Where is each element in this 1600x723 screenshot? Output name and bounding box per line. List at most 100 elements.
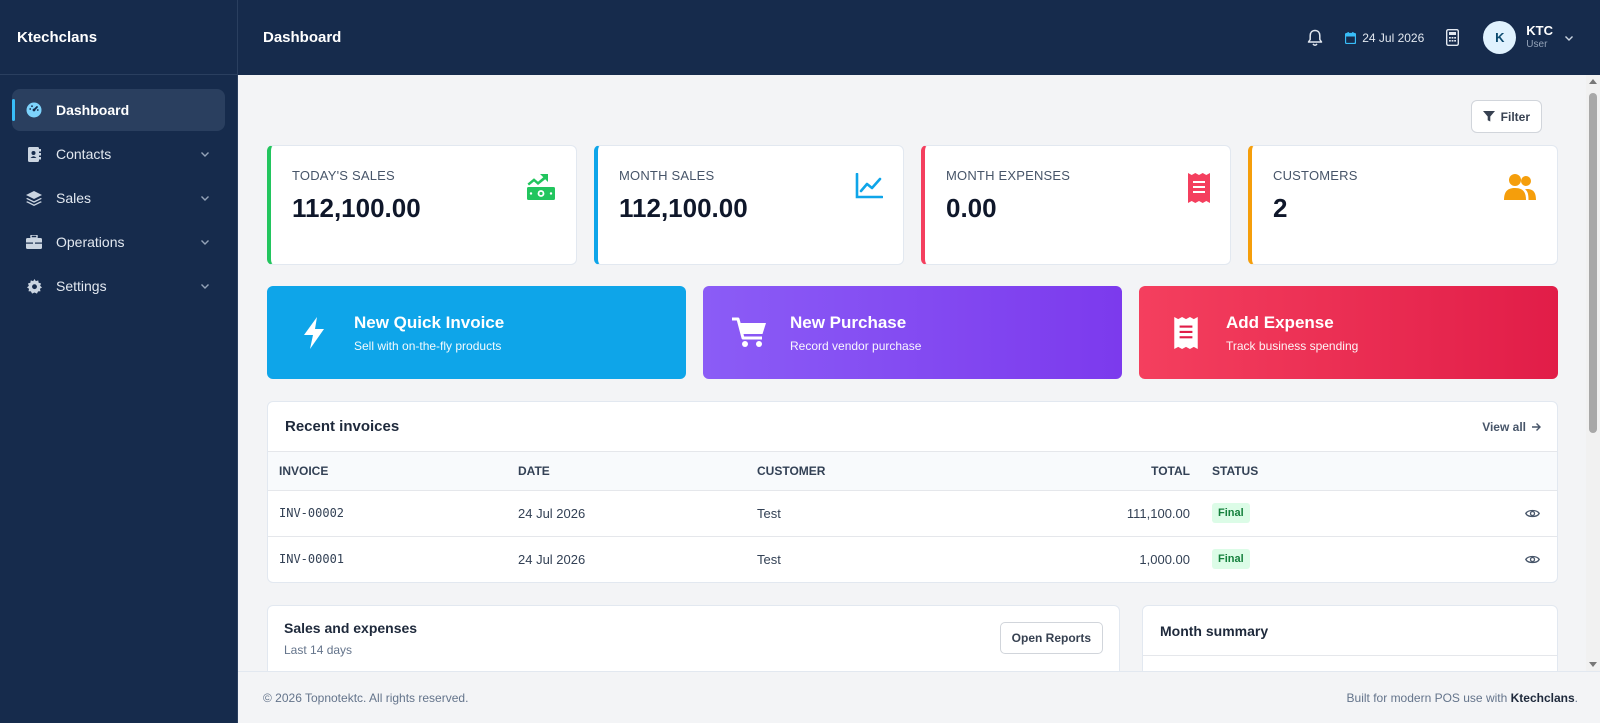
- chevron-down-icon: [201, 196, 209, 201]
- stat-card-customers: CUSTOMERS 2: [1248, 145, 1558, 265]
- view-all-label: View all: [1482, 419, 1526, 434]
- invoice-customer: Test: [757, 505, 781, 521]
- sidebar: Ktechclans Dashboard Contacts Sales Oper…: [0, 0, 238, 723]
- status-cell: Final: [1201, 490, 1321, 536]
- bolt-icon: [292, 316, 336, 349]
- brand-logo[interactable]: Ktechclans: [0, 0, 237, 75]
- money-growth-icon: [526, 173, 556, 206]
- page-title: Dashboard: [263, 29, 342, 46]
- eye-icon[interactable]: [1332, 554, 1546, 565]
- action-text: New Purchase Record vendor purchase: [790, 313, 921, 353]
- column-header: TOTAL: [985, 452, 1201, 491]
- sidebar-item-operations[interactable]: Operations: [12, 221, 225, 263]
- action-subtitle: Sell with on-the-fly products: [354, 338, 502, 353]
- actions-cell: [1321, 536, 1557, 582]
- layers-icon: [26, 190, 42, 206]
- action-subtitle: Track business spending: [1226, 338, 1359, 353]
- actions-cell: [1321, 490, 1557, 536]
- column-header: DATE: [507, 452, 746, 491]
- bell-icon[interactable]: [1307, 29, 1323, 47]
- tagline-suffix: .: [1574, 690, 1578, 705]
- section-title: Sales and expenses: [284, 620, 418, 636]
- invoice-number[interactable]: INV-00002: [268, 490, 507, 536]
- stat-label: MONTH SALES: [619, 168, 715, 183]
- briefcase-icon: [26, 234, 42, 250]
- cart-icon: [728, 317, 772, 349]
- invoices-table: INVOICE DATE CUSTOMER TOTAL STATUS INV-0…: [268, 452, 1557, 582]
- filter-button[interactable]: Filter: [1470, 100, 1542, 133]
- section-title: Month summary: [1143, 606, 1557, 656]
- receipt-icon: [1164, 316, 1208, 349]
- sidebar-item-settings[interactable]: Settings: [12, 265, 225, 307]
- users-icon: [1503, 173, 1537, 206]
- new-quick-invoice-button[interactable]: New Quick Invoice Sell with on-the-fly p…: [267, 286, 686, 379]
- table-header-row: INVOICE DATE CUSTOMER TOTAL STATUS: [268, 452, 1557, 491]
- stat-label: TODAY'S SALES: [292, 168, 395, 183]
- sidebar-item-contacts[interactable]: Contacts: [12, 133, 225, 175]
- scroll-up-arrow[interactable]: [1589, 79, 1597, 84]
- scrollbar-thumb[interactable]: [1589, 93, 1597, 433]
- status-badge: Final: [1212, 503, 1250, 523]
- sales-expenses-card: Sales and expenses Last 14 days Open Rep…: [267, 605, 1120, 671]
- sidebar-nav: Dashboard Contacts Sales Operations Sett…: [0, 75, 237, 323]
- chevron-down-icon: [201, 284, 209, 289]
- stat-value: 112,100.00: [619, 193, 748, 223]
- chevron-down-icon[interactable]: [1563, 32, 1575, 44]
- calendar-icon: [1345, 31, 1357, 44]
- sidebar-item-label: Settings: [56, 278, 107, 294]
- chevron-down-icon: [201, 152, 209, 157]
- sidebar-item-label: Contacts: [56, 146, 112, 162]
- gauge-icon: [26, 102, 42, 118]
- address-book-icon: [26, 146, 42, 162]
- date-text: 24 Jul 2026: [1362, 30, 1425, 45]
- chevron-down-icon: [201, 240, 209, 245]
- add-expense-button[interactable]: Add Expense Track business spending: [1139, 286, 1558, 379]
- action-text: Add Expense Track business spending: [1226, 313, 1358, 353]
- stat-label: CUSTOMERS: [1273, 168, 1358, 183]
- stat-card-month-sales: MONTH SALES 112,100.00: [594, 145, 904, 265]
- topbar: Dashboard 24 Jul 2026 K KTC User: [238, 0, 1600, 75]
- calculator-icon[interactable]: [1446, 29, 1460, 46]
- stats-row: TODAY'S SALES 112,100.00 MONTH SALES 112…: [267, 145, 1558, 265]
- sidebar-item-dashboard[interactable]: Dashboard: [12, 89, 225, 131]
- view-all-link[interactable]: View all: [1482, 420, 1541, 434]
- main-content: Filter TODAY'S SALES 112,100.00 MONTH SA…: [238, 75, 1586, 671]
- open-reports-button[interactable]: Open Reports: [999, 622, 1103, 654]
- user-menu[interactable]: K KTC User: [1483, 21, 1575, 54]
- table-row[interactable]: INV-00001 24 Jul 2026 Test 1,000.00 Fina…: [268, 536, 1557, 582]
- avatar[interactable]: K: [1483, 21, 1517, 54]
- user-name: KTC: [1526, 23, 1553, 38]
- invoice-total: 111,100.00: [1126, 505, 1190, 521]
- arrow-right-icon: [1532, 422, 1541, 431]
- table-row[interactable]: INV-00002 24 Jul 2026 Test 111,100.00 Fi…: [268, 490, 1557, 536]
- status-cell: Final: [1201, 536, 1321, 582]
- invoice-number[interactable]: INV-00001: [268, 536, 507, 582]
- topbar-actions: 24 Jul 2026 K KTC User: [1307, 21, 1575, 54]
- column-header: INVOICE: [268, 452, 507, 491]
- action-text: New Quick Invoice Sell with on-the-fly p…: [354, 313, 504, 353]
- section-title: Recent invoices: [285, 418, 400, 435]
- recent-invoices-card: Recent invoices View all INVOICE DATE CU…: [267, 401, 1558, 583]
- stat-card-today-sales: TODAY'S SALES 112,100.00: [267, 145, 577, 265]
- quick-actions: New Quick Invoice Sell with on-the-fly p…: [267, 286, 1558, 379]
- eye-icon[interactable]: [1332, 508, 1546, 519]
- month-summary-card: Month summary: [1142, 605, 1558, 671]
- status-badge: Final: [1212, 549, 1250, 569]
- invoice-date: 24 Jul 2026: [518, 505, 586, 521]
- sidebar-item-label: Dashboard: [56, 102, 130, 118]
- scrollbar[interactable]: [1586, 75, 1600, 671]
- scroll-down-arrow[interactable]: [1589, 662, 1597, 667]
- invoice-total: 1,000.00: [1139, 551, 1190, 567]
- stat-card-month-expenses: MONTH EXPENSES 0.00: [921, 145, 1231, 265]
- sidebar-item-sales[interactable]: Sales: [12, 177, 225, 219]
- column-header: STATUS: [1201, 452, 1321, 491]
- new-purchase-button[interactable]: New Purchase Record vendor purchase: [703, 286, 1122, 379]
- footer-tagline: Built for modern POS use with Ktechclans…: [1347, 691, 1578, 705]
- receipt-icon: [1188, 173, 1210, 208]
- invoices-header: Recent invoices View all: [268, 402, 1557, 452]
- user-role: User: [1526, 39, 1548, 50]
- action-title: New Quick Invoice: [354, 312, 505, 332]
- tagline-prefix: Built for modern POS use with: [1346, 690, 1508, 705]
- line-chart-icon: [855, 172, 884, 204]
- invoice-date: 24 Jul 2026: [518, 551, 586, 567]
